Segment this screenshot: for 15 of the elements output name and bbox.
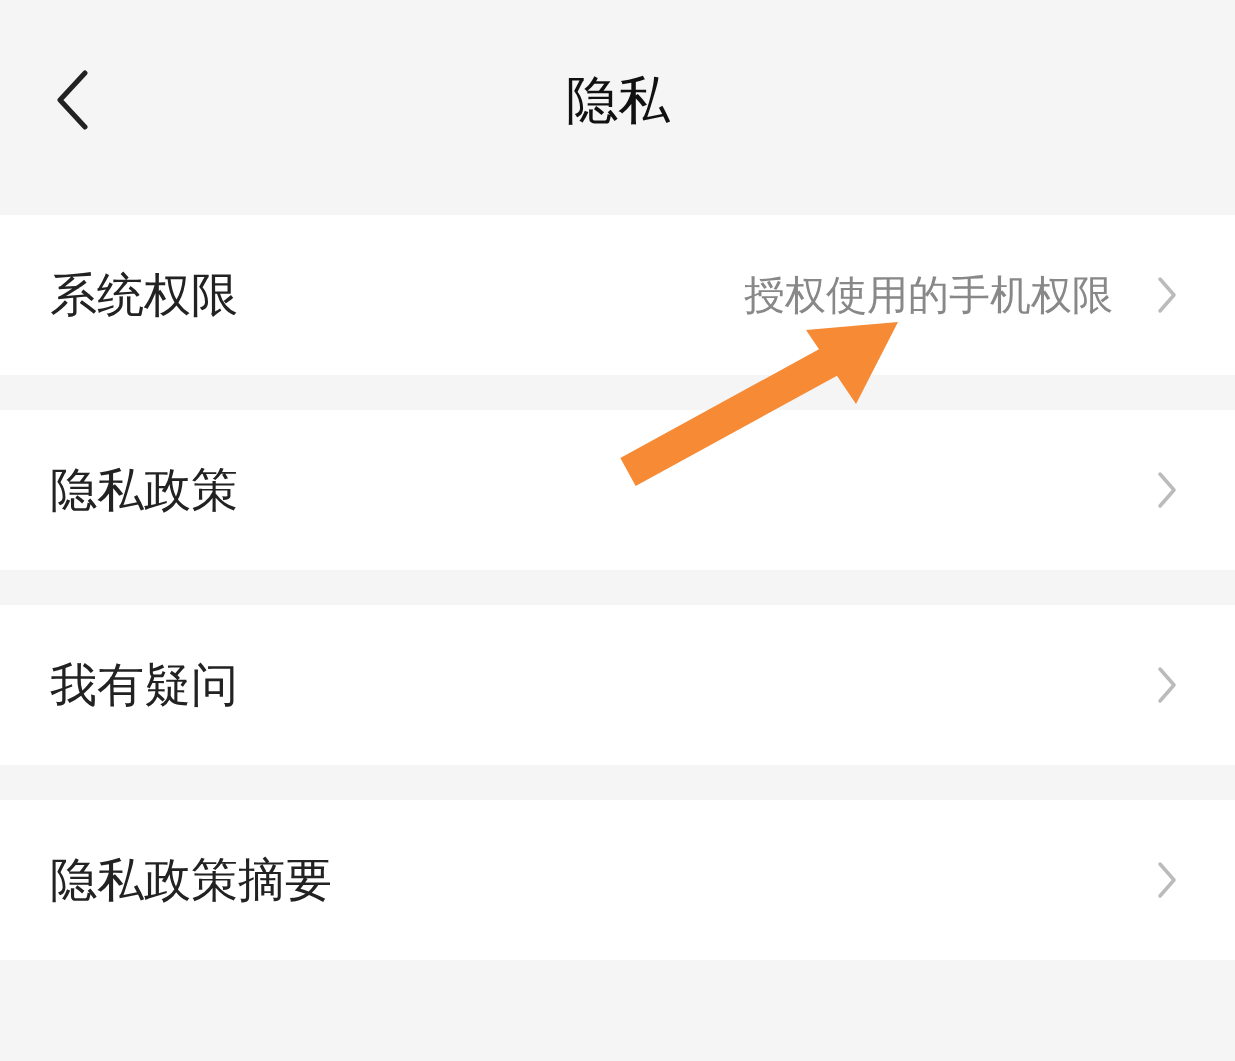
- chevron-right-icon: [1157, 666, 1177, 704]
- row-label: 系统权限: [50, 265, 238, 324]
- chevron-right-icon: [1157, 861, 1177, 899]
- back-icon[interactable]: [55, 70, 89, 130]
- chevron-right-icon: [1157, 471, 1177, 509]
- settings-row[interactable]: 我有疑问: [0, 605, 1235, 765]
- settings-row[interactable]: 隐私政策摘要: [0, 800, 1235, 960]
- row-label: 隐私政策摘要: [50, 850, 332, 909]
- row-label: 隐私政策: [50, 460, 238, 519]
- row-label: 我有疑问: [50, 655, 238, 714]
- row-detail: 授权使用的手机权限: [744, 269, 1113, 321]
- settings-row[interactable]: 系统权限 授权使用的手机权限: [0, 215, 1235, 375]
- settings-row[interactable]: 隐私政策: [0, 410, 1235, 570]
- chevron-right-icon: [1157, 276, 1177, 314]
- page-title: 隐私: [565, 69, 670, 132]
